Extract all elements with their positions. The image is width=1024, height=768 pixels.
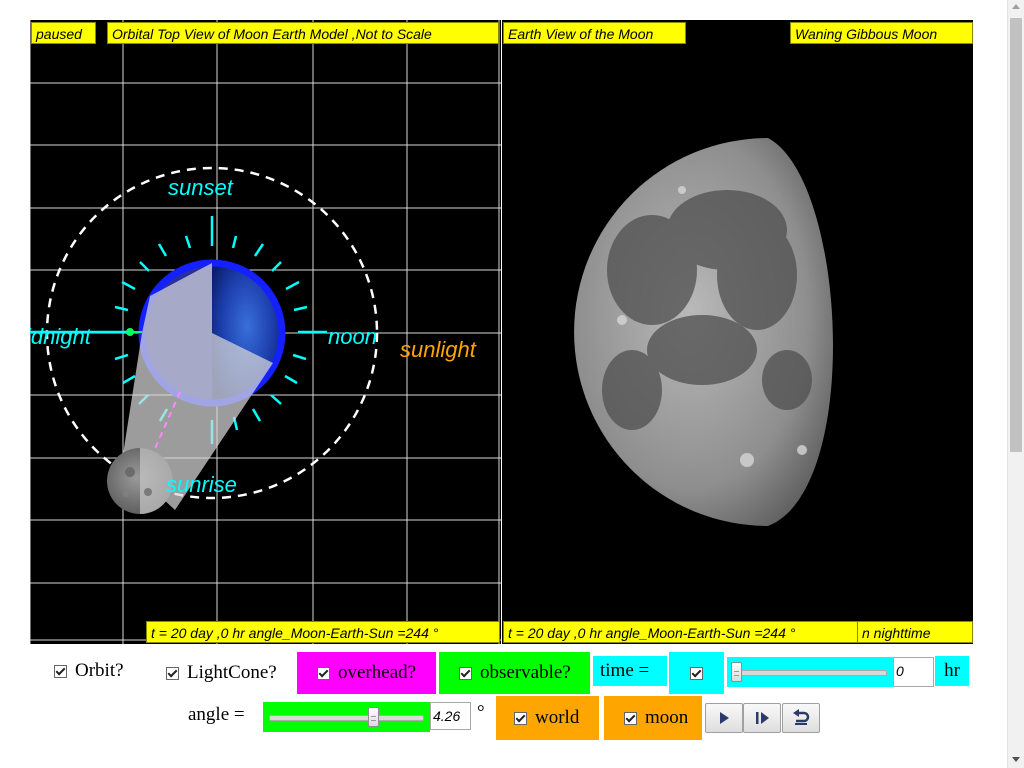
orbit-checkbox[interactable]: Orbit? (54, 656, 124, 686)
world-checkbox[interactable]: world (496, 696, 599, 740)
status-label: paused (31, 22, 96, 44)
step-button[interactable] (743, 703, 781, 733)
overhead-check-icon[interactable] (317, 666, 330, 680)
step-forward-icon (756, 712, 769, 724)
time-value-field[interactable]: 0 (893, 657, 934, 687)
time-play-checkbox[interactable] (669, 652, 724, 694)
world-label: world (535, 707, 580, 728)
overhead-label: overhead? (338, 662, 417, 683)
time-slider-thumb[interactable] (731, 662, 742, 682)
time-unit-label: hr (944, 660, 960, 681)
angle-value-field[interactable]: 4.26 (430, 702, 471, 730)
midnight-label: idnight (30, 324, 92, 349)
angle-slider-thumb[interactable] (367, 707, 379, 727)
moon-time-readout: t = 20 day ,0 hr angle_Moon-Earth-Sun =2… (503, 621, 858, 643)
scrollbar-thumb[interactable] (1010, 18, 1022, 452)
moon-phase-label: Waning Gibbous Moon (790, 22, 973, 44)
play-button[interactable] (705, 703, 743, 733)
lightcone-checkbox[interactable]: LightCone? (148, 652, 294, 694)
reset-button[interactable] (782, 703, 820, 733)
observable-check-icon[interactable] (459, 666, 472, 680)
moon-view-title: Earth View of the Moon (503, 22, 686, 44)
moon-check-icon[interactable] (624, 711, 637, 725)
time-label-box: time = (593, 656, 667, 686)
lightcone-label: LightCone? (187, 662, 277, 683)
moon-phase-image (574, 138, 833, 526)
world-check-icon[interactable] (514, 711, 527, 725)
angle-unit-box: ° (477, 698, 485, 728)
play-icon (720, 712, 729, 724)
page-scrollbar[interactable] (1007, 0, 1024, 768)
moon-checkbox[interactable]: moon (604, 696, 702, 740)
orbit-label: Orbit? (75, 660, 124, 681)
angle-label-box: angle = (188, 700, 245, 730)
orbital-view-title: Orbital Top View of Moon Earth Model ,No… (107, 22, 499, 44)
angle-slider-track (269, 715, 424, 721)
orbital-view-canvas[interactable]: sunset idnight noon sunrise sunlight (30, 20, 501, 644)
orbit-check-icon[interactable] (54, 664, 67, 678)
reset-icon (793, 709, 810, 725)
moon-view-canvas[interactable] (502, 20, 973, 644)
lightcone-check-icon[interactable] (166, 666, 179, 680)
noon-label: noon (328, 324, 377, 349)
observable-label: observable? (480, 662, 571, 683)
sunrise-label: sunrise (166, 472, 237, 497)
time-label: time = (600, 660, 650, 681)
moon-view-panel[interactable]: Earth View of the Moon Waning Gibbous Mo… (502, 20, 973, 644)
nighttime-label: n nighttime (857, 621, 973, 643)
scroll-down-arrow-icon[interactable] (1012, 757, 1020, 762)
scroll-up-arrow-icon[interactable] (1012, 4, 1020, 9)
angle-unit-label: ° (477, 702, 485, 723)
overhead-checkbox[interactable]: overhead? (297, 652, 436, 694)
observable-checkbox[interactable]: observable? (439, 652, 590, 694)
angle-label: angle = (188, 704, 245, 725)
orbital-time-readout: t = 20 day ,0 hr angle_Moon-Earth-Sun =2… (146, 621, 500, 643)
orbital-view-panel[interactable]: sunset idnight noon sunrise sunlight pau… (30, 20, 501, 644)
time-slider-track (733, 670, 887, 676)
sunset-label: sunset (168, 175, 234, 200)
angle-slider[interactable] (263, 702, 430, 732)
sunlight-label: sunlight (400, 337, 477, 362)
time-check-icon[interactable] (690, 666, 703, 680)
time-slider[interactable] (727, 657, 893, 687)
time-unit-box: hr (935, 656, 969, 686)
moon-label: moon (645, 707, 689, 728)
